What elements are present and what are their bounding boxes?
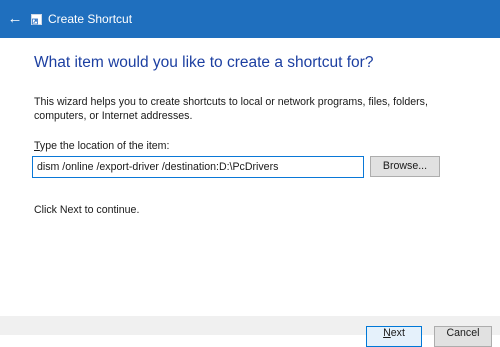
browse-button[interactable]: Browse...: [370, 156, 440, 177]
title-bar: ← Create Shortcut: [0, 0, 500, 38]
create-shortcut-window: ← Create Shortcut What item would you li…: [0, 0, 500, 347]
shortcut-icon: [31, 14, 42, 25]
wizard-footer: [0, 316, 500, 335]
back-button[interactable]: ←: [6, 10, 24, 28]
next-button[interactable]: Next: [366, 326, 422, 347]
browse-button-ellipsis: ...: [418, 160, 428, 172]
wizard-description: This wizard helps you to create shortcut…: [34, 96, 428, 122]
cancel-button[interactable]: Cancel: [434, 326, 492, 347]
browse-button-label: Browse: [382, 160, 419, 172]
location-input[interactable]: [32, 156, 364, 178]
window-title: Create Shortcut: [48, 12, 133, 26]
page-heading: What item would you like to create a sho…: [34, 54, 374, 71]
continue-instruction: Click Next to continue.: [34, 204, 140, 216]
next-button-label: ext: [390, 327, 405, 339]
location-label-text: ype the location of the item:: [39, 140, 170, 152]
location-field-label: Type the location of the item:: [34, 140, 169, 153]
next-button-mnemonic: N: [383, 327, 391, 339]
arrow-left-icon: ←: [7, 10, 23, 27]
